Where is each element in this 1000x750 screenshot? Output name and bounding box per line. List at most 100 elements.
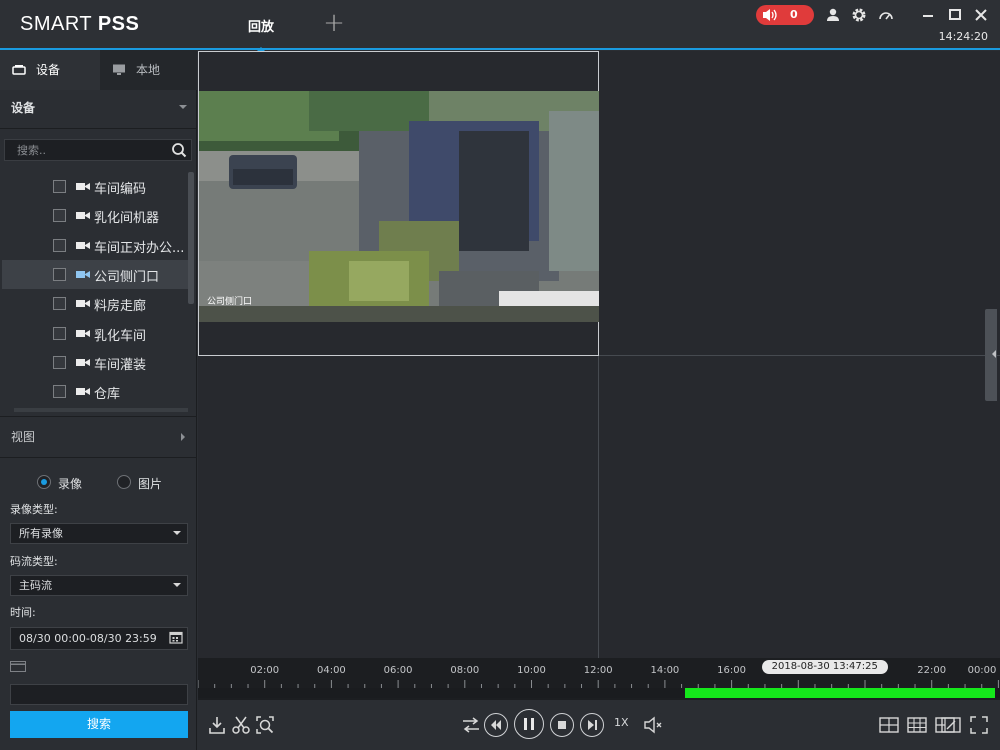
layout-1-icon[interactable] [878, 714, 900, 736]
rewind-icon [491, 720, 501, 730]
device-section-header[interactable]: 设备 [0, 90, 197, 126]
device-tree-item[interactable]: 乳化车间 [2, 319, 188, 348]
radio-dot [117, 475, 131, 489]
playback-toolbar: 1X [198, 700, 1000, 750]
tree-horizontal-scrollbar[interactable] [14, 408, 188, 412]
next-frame-button[interactable] [580, 713, 604, 737]
device-tree-item[interactable]: 车间灌装 [2, 348, 188, 377]
card-icon[interactable] [10, 661, 26, 672]
video-grid: 公司侧门口 [198, 51, 1000, 658]
timeline[interactable]: 02:00 04:00 06:00 08:00 10:00 12:00 14:00 16:00… [198, 658, 1000, 700]
clock: 14:24:20 [938, 30, 988, 43]
sync-icon[interactable] [460, 714, 482, 736]
smart-search-icon[interactable] [254, 714, 276, 736]
maximize-icon[interactable] [946, 6, 964, 24]
collapse-panel-handle[interactable] [985, 309, 997, 401]
device-name: 车间灌装 [94, 357, 147, 373]
scissors-icon[interactable] [230, 714, 252, 736]
device-name: 仓库 [94, 387, 121, 403]
tree-scrollbar[interactable] [188, 172, 194, 304]
device-checkbox[interactable] [53, 238, 66, 252]
video-pane-1[interactable]: 公司侧门口 [198, 51, 599, 356]
card-number-input[interactable] [10, 684, 188, 705]
sidebar: 设备 本地 设备 车间编码乳化间机器车间正对办公... 公司侧门口料房走廊乳化车间… [0, 50, 197, 750]
device-checkbox[interactable] [53, 385, 66, 399]
tab-local[interactable]: 本地 [100, 50, 197, 90]
camera-icon [76, 358, 90, 366]
device-tree-item[interactable]: 公司侧门口 [2, 259, 188, 289]
download-icon[interactable] [206, 714, 228, 736]
device-tree-item[interactable]: 仓库 [2, 377, 188, 406]
timeline-ticks [198, 680, 999, 688]
timeline-hour-label: 22:00 [917, 665, 947, 676]
device-tree-item[interactable]: 车间编码 [2, 172, 188, 201]
divider [0, 457, 197, 458]
tab-device[interactable]: 设备 [0, 50, 100, 90]
close-icon[interactable] [972, 6, 990, 24]
video-frame: 公司侧门口 [199, 91, 599, 322]
divider [0, 416, 197, 417]
stop-icon [558, 721, 566, 729]
title-bar: SMART PSS 回放 + 0 14:24:20 [0, 0, 1000, 52]
alarm-count: 0 [790, 8, 798, 21]
user-icon[interactable] [824, 6, 842, 24]
pause-icon [524, 718, 534, 730]
tab-playback[interactable]: 回放 [238, 16, 284, 52]
alarm-badge[interactable]: 0 [756, 5, 814, 25]
stream-type-select[interactable]: 主码流 [10, 575, 188, 596]
time-label: 时间: [10, 606, 36, 619]
divider [0, 128, 197, 129]
device-checkbox[interactable] [53, 297, 66, 311]
gear-icon[interactable] [850, 6, 868, 24]
camera-icon [76, 241, 90, 249]
device-name: 车间编码 [94, 182, 147, 197]
stream-type-label: 码流类型: [10, 555, 58, 568]
device-tree-item[interactable]: 车间正对办公... [2, 231, 188, 260]
device-name: 车间正对办公... [94, 240, 185, 256]
minimize-icon[interactable] [919, 6, 937, 24]
device-name: 乳化间机器 [94, 211, 160, 227]
timeline-hour-label: 08:00 [450, 665, 480, 676]
search-icon[interactable] [171, 142, 187, 158]
camera-icon [76, 329, 90, 337]
recording-track[interactable] [198, 688, 1000, 698]
device-tree-item[interactable]: 料房走廊 [2, 289, 188, 318]
device-name: 乳化车间 [94, 328, 147, 344]
fullscreen-icon[interactable] [968, 714, 990, 736]
timeline-hour-label: 02:00 [250, 665, 280, 676]
device-search-input[interactable] [5, 140, 165, 160]
device-checkbox[interactable] [53, 355, 66, 369]
search-button[interactable]: 搜索 [10, 711, 188, 738]
timeline-hour-label: 16:00 [717, 665, 747, 676]
device-name: 公司侧门口 [94, 269, 160, 285]
device-checkbox[interactable] [53, 267, 66, 281]
speaker-icon [763, 9, 777, 21]
chevron-down-icon [179, 105, 187, 113]
record-type-select[interactable]: 所有录像 [10, 523, 188, 544]
add-tab-icon[interactable]: + [322, 10, 346, 36]
view-section-header[interactable]: 视图 [0, 419, 197, 455]
camera-icon [76, 300, 90, 308]
device-checkbox[interactable] [53, 180, 66, 193]
chevron-right-icon [181, 433, 189, 441]
performance-icon[interactable] [877, 6, 895, 24]
stop-button[interactable] [550, 713, 574, 737]
calendar-icon[interactable] [169, 631, 183, 644]
camera-icon [76, 183, 90, 190]
recording-segment[interactable] [684, 688, 996, 698]
camera-icon [76, 212, 90, 220]
radio-dot [37, 475, 51, 489]
next-frame-icon [588, 720, 597, 730]
layout-4-icon[interactable] [906, 714, 928, 736]
device-tree-item[interactable]: 乳化间机器 [2, 201, 188, 230]
time-cursor[interactable]: 2018-08-30 13:47:25 [761, 660, 888, 674]
mute-icon[interactable] [642, 714, 664, 736]
timeline-hour-label: 00:00 [967, 665, 997, 676]
pause-button[interactable] [514, 709, 544, 739]
rewind-button[interactable] [484, 713, 508, 737]
time-range-field[interactable]: 08/30 00:00-08/30 23:59 [10, 627, 188, 650]
device-checkbox[interactable] [53, 326, 66, 340]
annotation-icon[interactable] [940, 714, 962, 736]
device-checkbox[interactable] [53, 209, 66, 223]
playback-speed[interactable]: 1X [614, 716, 629, 729]
